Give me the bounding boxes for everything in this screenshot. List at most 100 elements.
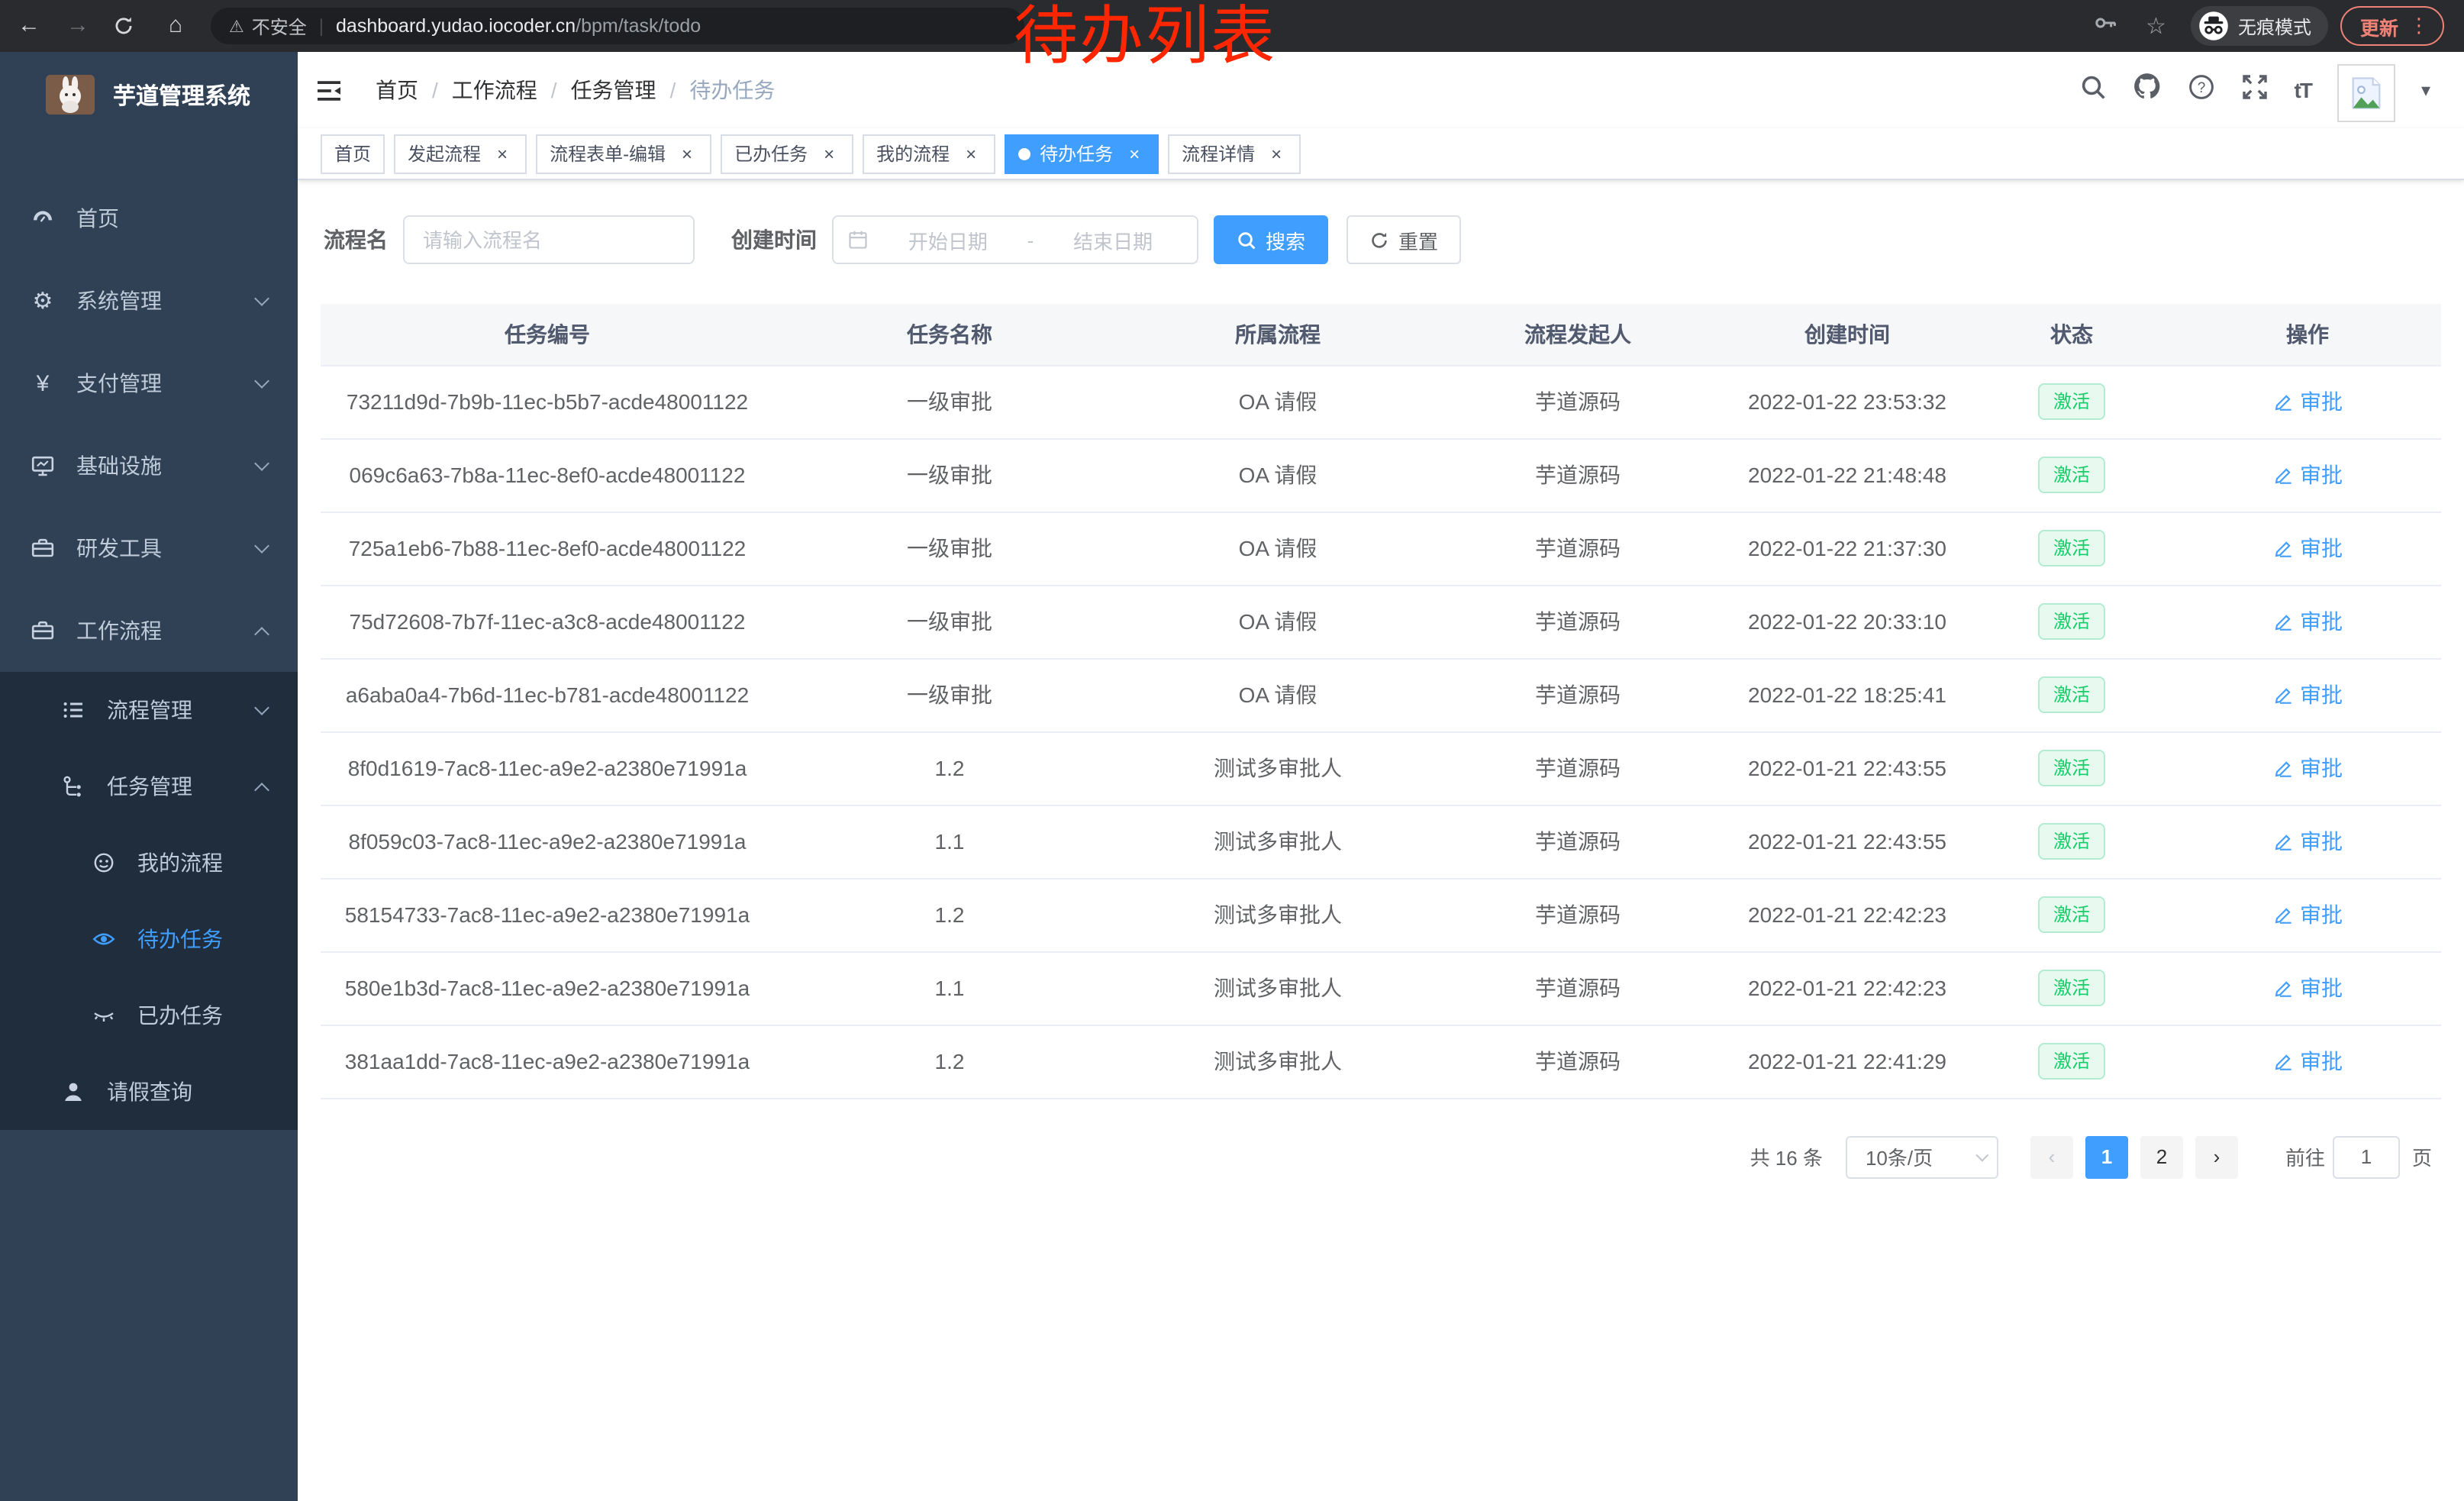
fullscreen-icon[interactable] [2241,73,2269,108]
forward-icon[interactable]: → [64,12,92,40]
close-icon[interactable]: × [1124,143,1145,164]
task-id: 8f0d1619-7ac8-11ec-a9e2-a2380e71991a [321,731,774,805]
sidebar-item-label: 请假查询 [107,1077,192,1107]
reset-button[interactable]: 重置 [1346,215,1461,264]
update-button[interactable]: 更新 ⋮ [2340,6,2444,46]
close-icon[interactable]: × [818,143,840,164]
chevron-up-icon [254,782,269,797]
approve-link[interactable]: 审批 [2272,899,2343,930]
breadcrumb-current: 待办任务 [689,75,775,105]
col-actions: 操作 [2174,304,2441,365]
approve-link[interactable]: 审批 [2272,1046,2343,1077]
task-process: 测试多审批人 [1125,731,1430,805]
sidebar-item-label: 基础设施 [76,450,162,481]
security-label[interactable]: 不安全 [252,13,307,39]
tab-start-process[interactable]: 发起流程 × [394,134,527,173]
task-name: 1.1 [774,805,1125,878]
browser-menu-icon[interactable]: ⋮ [2409,14,2429,38]
url-path: /bpm/task/todo [576,15,701,37]
search-button[interactable]: 搜索 [1214,215,1328,264]
not-secure-icon: ⚠ [229,16,244,36]
process-name-input[interactable] [403,215,695,264]
task-initiator: 芋道源码 [1430,1025,1725,1098]
date-range-picker[interactable]: 开始日期 - 结束日期 [832,215,1198,264]
breadcrumb-task-management[interactable]: 任务管理 [571,75,656,105]
tab-label: 我的流程 [876,140,950,166]
close-icon[interactable]: × [492,143,513,164]
sidebar-item-home[interactable]: 首页 [0,177,298,260]
table-row: 73211d9d-7b9b-11ec-b5b7-acde48001122 一级审… [321,365,2441,438]
sidebar-item-workflow[interactable]: 工作流程 [0,589,298,672]
close-icon[interactable]: × [1266,143,1287,164]
close-icon[interactable]: × [960,143,982,164]
approve-link[interactable]: 审批 [2272,606,2343,637]
reload-icon[interactable] [113,15,140,37]
approve-label: 审批 [2300,753,2343,783]
approve-link[interactable]: 审批 [2272,679,2343,710]
status-badge: 激活 [2038,970,2105,1006]
tab-my-process[interactable]: 我的流程 × [863,134,995,173]
status-badge: 激活 [2038,457,2105,493]
approve-label: 审批 [2300,386,2343,417]
help-icon[interactable]: ? [2188,73,2215,108]
tab-done-tasks[interactable]: 已办任务 × [721,134,853,173]
font-size-icon[interactable]: tT [2295,78,2311,102]
sidebar-item-payment[interactable]: ¥ 支付管理 [0,342,298,424]
close-icon[interactable]: × [676,143,698,164]
bookmark-star-icon[interactable]: ☆ [2146,12,2166,40]
search-icon[interactable] [2079,73,2107,108]
pagination-total: 共 16 条 [1750,1142,1823,1171]
approve-link[interactable]: 审批 [2272,460,2343,490]
page-size-select[interactable]: 10条/页 [1846,1135,1998,1178]
approve-link[interactable]: 审批 [2272,533,2343,563]
col-task-name: 任务名称 [774,304,1125,365]
sidebar-item-infrastructure[interactable]: 基础设施 [0,424,298,507]
sidebar-item-label: 工作流程 [76,615,162,646]
avatar[interactable] [2337,64,2395,122]
avatar-caret-icon[interactable]: ▾ [2421,79,2430,101]
sidebar-collapse-icon[interactable] [316,79,342,102]
sidebar-item-my-process[interactable]: 我的流程 [0,825,298,901]
sidebar-item-system[interactable]: ⚙ 系统管理 [0,260,298,342]
sidebar-item-todo-tasks[interactable]: 待办任务 [0,901,298,977]
breadcrumb-workflow[interactable]: 工作流程 [452,75,537,105]
next-page-button[interactable]: › [2195,1135,2238,1178]
approve-label: 审批 [2300,973,2343,1003]
sidebar-item-process-management[interactable]: 流程管理 [0,672,298,748]
approve-link[interactable]: 审批 [2272,973,2343,1003]
sidebar-item-devtools[interactable]: 研发工具 [0,507,298,589]
home-icon[interactable]: ⌂ [162,12,189,40]
prev-page-button[interactable]: ‹ [2030,1135,2073,1178]
approve-link[interactable]: 审批 [2272,753,2343,783]
task-process: 测试多审批人 [1125,805,1430,878]
page-button-2[interactable]: 2 [2140,1135,2183,1178]
range-separator: - [1018,228,1043,251]
task-initiator: 芋道源码 [1430,512,1725,585]
app-logo-row[interactable]: 芋道管理系统 [0,52,298,137]
password-key-icon[interactable] [2092,10,2117,42]
page-button-1[interactable]: 1 [2085,1135,2128,1178]
approve-label: 审批 [2300,460,2343,490]
github-icon[interactable] [2133,72,2162,108]
tab-label: 流程详情 [1182,140,1255,166]
edit-icon [2272,758,2292,778]
address-bar[interactable]: ⚠ 不安全 | dashboard.yudao.iocoder.cn/bpm/t… [211,8,1024,44]
task-initiator: 芋道源码 [1430,585,1725,658]
breadcrumb-home[interactable]: 首页 [376,75,418,105]
task-initiator: 芋道源码 [1430,878,1725,951]
list-icon [61,698,85,722]
tab-process-form-edit[interactable]: 流程表单-编辑 × [536,134,711,173]
goto-page-input[interactable] [2333,1135,2400,1178]
approve-link[interactable]: 审批 [2272,386,2343,417]
back-icon[interactable]: ← [15,12,43,40]
edit-icon [2272,392,2292,412]
sidebar-item-task-management[interactable]: 任务管理 [0,748,298,825]
sidebar-item-leave-query[interactable]: 请假查询 [0,1054,298,1130]
tab-process-detail[interactable]: 流程详情 × [1168,134,1301,173]
sidebar: 芋道管理系统 首页 ⚙ 系统管理 ¥ 支付管理 [0,52,298,1501]
tab-todo-tasks[interactable]: 待办任务 × [1005,134,1159,173]
tab-home[interactable]: 首页 [321,134,385,173]
sidebar-item-done-tasks[interactable]: 已办任务 [0,977,298,1054]
yen-icon: ¥ [31,371,55,395]
approve-link[interactable]: 审批 [2272,826,2343,857]
